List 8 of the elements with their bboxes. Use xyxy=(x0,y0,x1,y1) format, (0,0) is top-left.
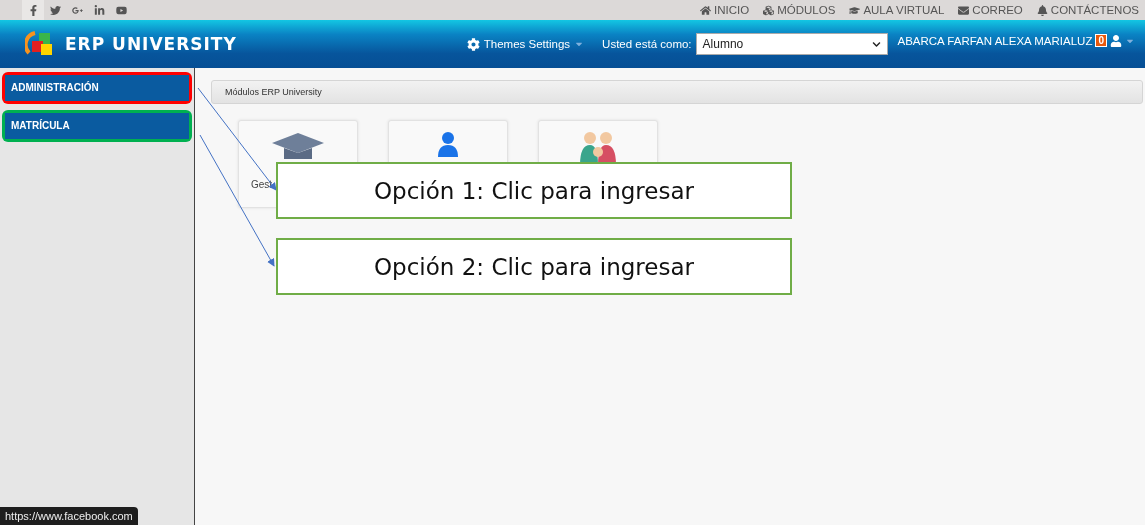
module-label: Gest xyxy=(251,179,273,190)
role-label: Usted está como: xyxy=(602,38,692,50)
status-url: https://www.facebook.com xyxy=(0,507,138,525)
logo-text: ERP UNIVERSITY xyxy=(65,34,237,54)
callout-tooltip: Opción 2: Clic para ingresar xyxy=(276,238,792,295)
callout-tooltip: Opción 1: Clic para ingresar xyxy=(276,162,792,219)
breadcrumb: Módulos ERP University xyxy=(211,80,1143,104)
notification-badge: 0 xyxy=(1095,34,1107,47)
